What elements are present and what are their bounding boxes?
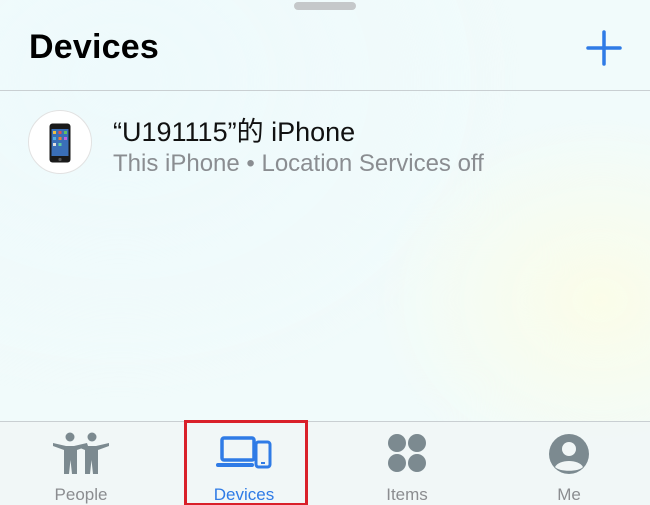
- page-title: Devices: [29, 28, 159, 66]
- me-icon: [549, 434, 589, 474]
- tab-people-label: People: [54, 485, 108, 504]
- plus-icon: [586, 30, 622, 66]
- device-name: “U191115”的 iPhone: [113, 117, 356, 147]
- device-status: This iPhone • Location Services off: [113, 150, 484, 177]
- people-icon: [53, 432, 109, 474]
- iphone-icon: [49, 123, 71, 163]
- tab-items[interactable]: Items: [326, 422, 488, 505]
- tab-items-label: Items: [386, 485, 428, 504]
- tab-devices-label: Devices: [213, 485, 275, 504]
- header-divider: [0, 90, 650, 91]
- tab-me[interactable]: Me: [488, 422, 650, 505]
- device-thumbnail: [28, 110, 92, 174]
- sheet-grabber[interactable]: [294, 2, 356, 10]
- tab-devices[interactable]: Devices: [163, 422, 325, 505]
- tab-me-label: Me: [557, 485, 581, 504]
- items-icon: [388, 434, 426, 472]
- devices-icon: [216, 436, 272, 469]
- device-list-item[interactable]: “U191115”的 iPhone This iPhone • Location…: [0, 92, 650, 192]
- add-device-button[interactable]: [584, 28, 624, 68]
- tab-bar: People Devices Items Me: [0, 421, 650, 505]
- tab-people[interactable]: People: [0, 422, 162, 505]
